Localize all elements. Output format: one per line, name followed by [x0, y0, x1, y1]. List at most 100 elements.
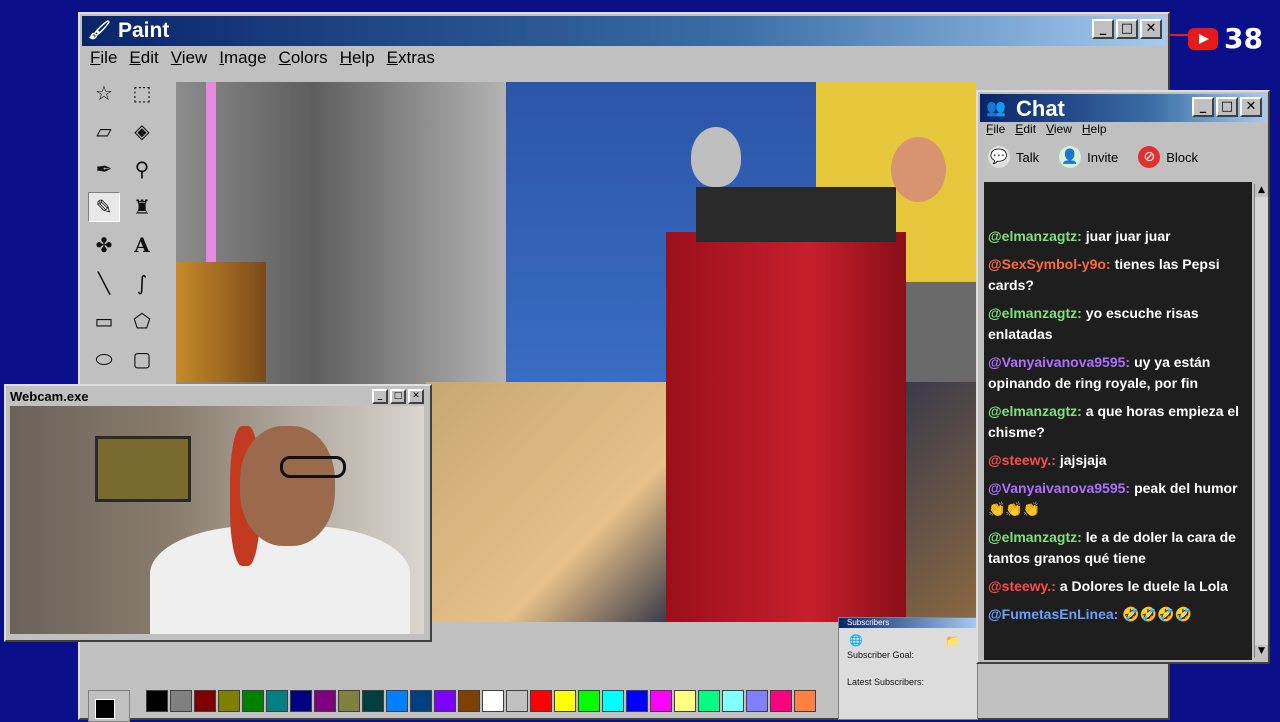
chat-message: @Vanyaivanova9595: peak del humor 👏👏👏: [988, 478, 1246, 520]
color-swatch[interactable]: [242, 690, 264, 712]
airbrush-icon[interactable]: ✤: [88, 230, 120, 260]
chat-menu-edit[interactable]: Edit: [1015, 122, 1036, 136]
color-swatch[interactable]: [554, 690, 576, 712]
brush-icon[interactable]: ♜: [126, 192, 158, 222]
chat-username[interactable]: @steewy.:: [988, 452, 1056, 468]
line-icon[interactable]: ╲: [88, 268, 120, 298]
color-swatch[interactable]: [338, 690, 360, 712]
color-swatch[interactable]: [410, 690, 432, 712]
chat-menu-view[interactable]: View: [1046, 122, 1072, 136]
subscribers-widget: Subscribers 🌐 📁 Subscriber Goal: Latest …: [838, 617, 978, 720]
free-select-icon[interactable]: ☆: [88, 78, 120, 108]
color-swatch[interactable]: [626, 690, 648, 712]
talk-icon: 💬: [988, 146, 1010, 168]
scroll-down-arrow[interactable]: ▼: [1255, 645, 1268, 658]
chat-maximize-button[interactable]: □: [1216, 97, 1238, 117]
fill-icon[interactable]: ◈: [126, 116, 158, 146]
maximize-button[interactable]: □: [1116, 19, 1138, 39]
menu-colors[interactable]: Colors: [279, 48, 328, 68]
color-swatch[interactable]: [362, 690, 384, 712]
rect-select-icon[interactable]: ⬚: [126, 78, 158, 108]
color-swatch[interactable]: [386, 690, 408, 712]
invite-label: Invite: [1087, 149, 1119, 165]
color-swatch[interactable]: [650, 690, 672, 712]
color-swatch[interactable]: [146, 690, 168, 712]
color-swatch[interactable]: [458, 690, 480, 712]
color-swatch[interactable]: [434, 690, 456, 712]
webcam-minimize-button[interactable]: _: [372, 389, 388, 404]
rectangle-icon[interactable]: ▭: [88, 306, 120, 336]
color-swatch[interactable]: [602, 690, 624, 712]
picker-icon[interactable]: ✒: [88, 154, 120, 184]
scene-red-machine: [666, 232, 906, 622]
chat-message: @steewy.: jajsjaja: [988, 450, 1246, 471]
chat-username[interactable]: @elmanzagtz:: [988, 228, 1082, 244]
color-swatch[interactable]: [194, 690, 216, 712]
color-swatch[interactable]: [770, 690, 792, 712]
chat-menu-file[interactable]: File: [986, 122, 1005, 136]
curve-icon[interactable]: ∫: [126, 268, 158, 298]
color-swatch[interactable]: [218, 690, 240, 712]
webcam-close-button[interactable]: ✕: [408, 389, 424, 404]
color-swatch[interactable]: [290, 690, 312, 712]
chat-username[interactable]: @FumetasEnLinea:: [988, 606, 1118, 622]
chat-username[interactable]: @elmanzagtz:: [988, 529, 1082, 545]
color-swatch[interactable]: [578, 690, 600, 712]
chat-username[interactable]: @Vanyaivanova9595:: [988, 480, 1130, 496]
polygon-icon[interactable]: ⬠: [126, 306, 158, 336]
color-swatch[interactable]: [698, 690, 720, 712]
subscribers-title: Subscribers: [839, 618, 977, 628]
chat-username[interactable]: @SexSymbol-y9o:: [988, 256, 1111, 272]
pencil-icon[interactable]: ✎: [88, 192, 120, 222]
chat-message: @SexSymbol-y9o: tienes las Pepsi cards?: [988, 254, 1246, 296]
menu-help[interactable]: Help: [340, 48, 375, 68]
block-button[interactable]: ⊘ Block: [1138, 146, 1198, 168]
menu-edit[interactable]: Edit: [129, 48, 158, 68]
rounded-rect-icon[interactable]: ▢: [126, 344, 158, 374]
color-swatch[interactable]: [722, 690, 744, 712]
color-swatch[interactable]: [794, 690, 816, 712]
webcam-maximize-button[interactable]: □: [390, 389, 406, 404]
color-swatch[interactable]: [674, 690, 696, 712]
talk-button[interactable]: 💬 Talk: [988, 146, 1039, 168]
current-color[interactable]: [88, 690, 130, 722]
chat-menubar: File Edit View Help: [986, 122, 1117, 136]
chat-username[interactable]: @Vanyaivanova9595:: [988, 354, 1130, 370]
chat-scrollbar[interactable]: ▲ ▼: [1254, 184, 1268, 658]
eraser-icon[interactable]: ▱: [88, 116, 120, 146]
talk-label: Talk: [1016, 149, 1040, 165]
globe-icon: 🌐: [849, 635, 863, 647]
chat-minimize-button[interactable]: _: [1192, 97, 1214, 117]
chat-menu-help[interactable]: Help: [1082, 122, 1107, 136]
menu-image[interactable]: Image: [219, 48, 266, 68]
close-button[interactable]: ✕: [1140, 19, 1162, 39]
chat-message: @elmanzagtz: juar juar juar: [988, 226, 1246, 247]
invite-button[interactable]: 👤 Invite: [1059, 146, 1118, 168]
minimize-button[interactable]: _: [1092, 19, 1114, 39]
webcam-titlebar[interactable]: Webcam.exe _ □ ✕: [8, 388, 428, 406]
color-swatch[interactable]: [482, 690, 504, 712]
chat-titlebar[interactable]: 👥 Chat _ □ ✕: [980, 94, 1266, 122]
menu-view[interactable]: View: [171, 48, 208, 68]
chat-close-button[interactable]: ✕: [1240, 97, 1262, 117]
scene-book-shelf: [176, 262, 266, 382]
menu-extras[interactable]: Extras: [387, 48, 435, 68]
paint-titlebar[interactable]: 🖌 Paint _ □ ✕: [82, 16, 1166, 46]
magnifier-icon[interactable]: ⚲: [126, 154, 158, 184]
chat-username[interactable]: @elmanzagtz:: [988, 305, 1082, 321]
scroll-up-arrow[interactable]: ▲: [1255, 184, 1268, 197]
chat-username[interactable]: @steewy.:: [988, 578, 1056, 594]
color-palette: [88, 690, 816, 722]
menu-file[interactable]: File: [90, 48, 117, 68]
text-icon[interactable]: A: [126, 230, 158, 260]
color-swatch[interactable]: [506, 690, 528, 712]
color-swatch[interactable]: [530, 690, 552, 712]
chat-username[interactable]: @elmanzagtz:: [988, 403, 1082, 419]
color-swatch[interactable]: [266, 690, 288, 712]
color-swatch[interactable]: [170, 690, 192, 712]
color-swatch[interactable]: [746, 690, 768, 712]
chat-message: @FumetasEnLinea: 🤣🤣🤣🤣: [988, 604, 1246, 625]
ellipse-icon[interactable]: ⬭: [88, 344, 120, 374]
swatch-row: [144, 690, 816, 712]
color-swatch[interactable]: [314, 690, 336, 712]
